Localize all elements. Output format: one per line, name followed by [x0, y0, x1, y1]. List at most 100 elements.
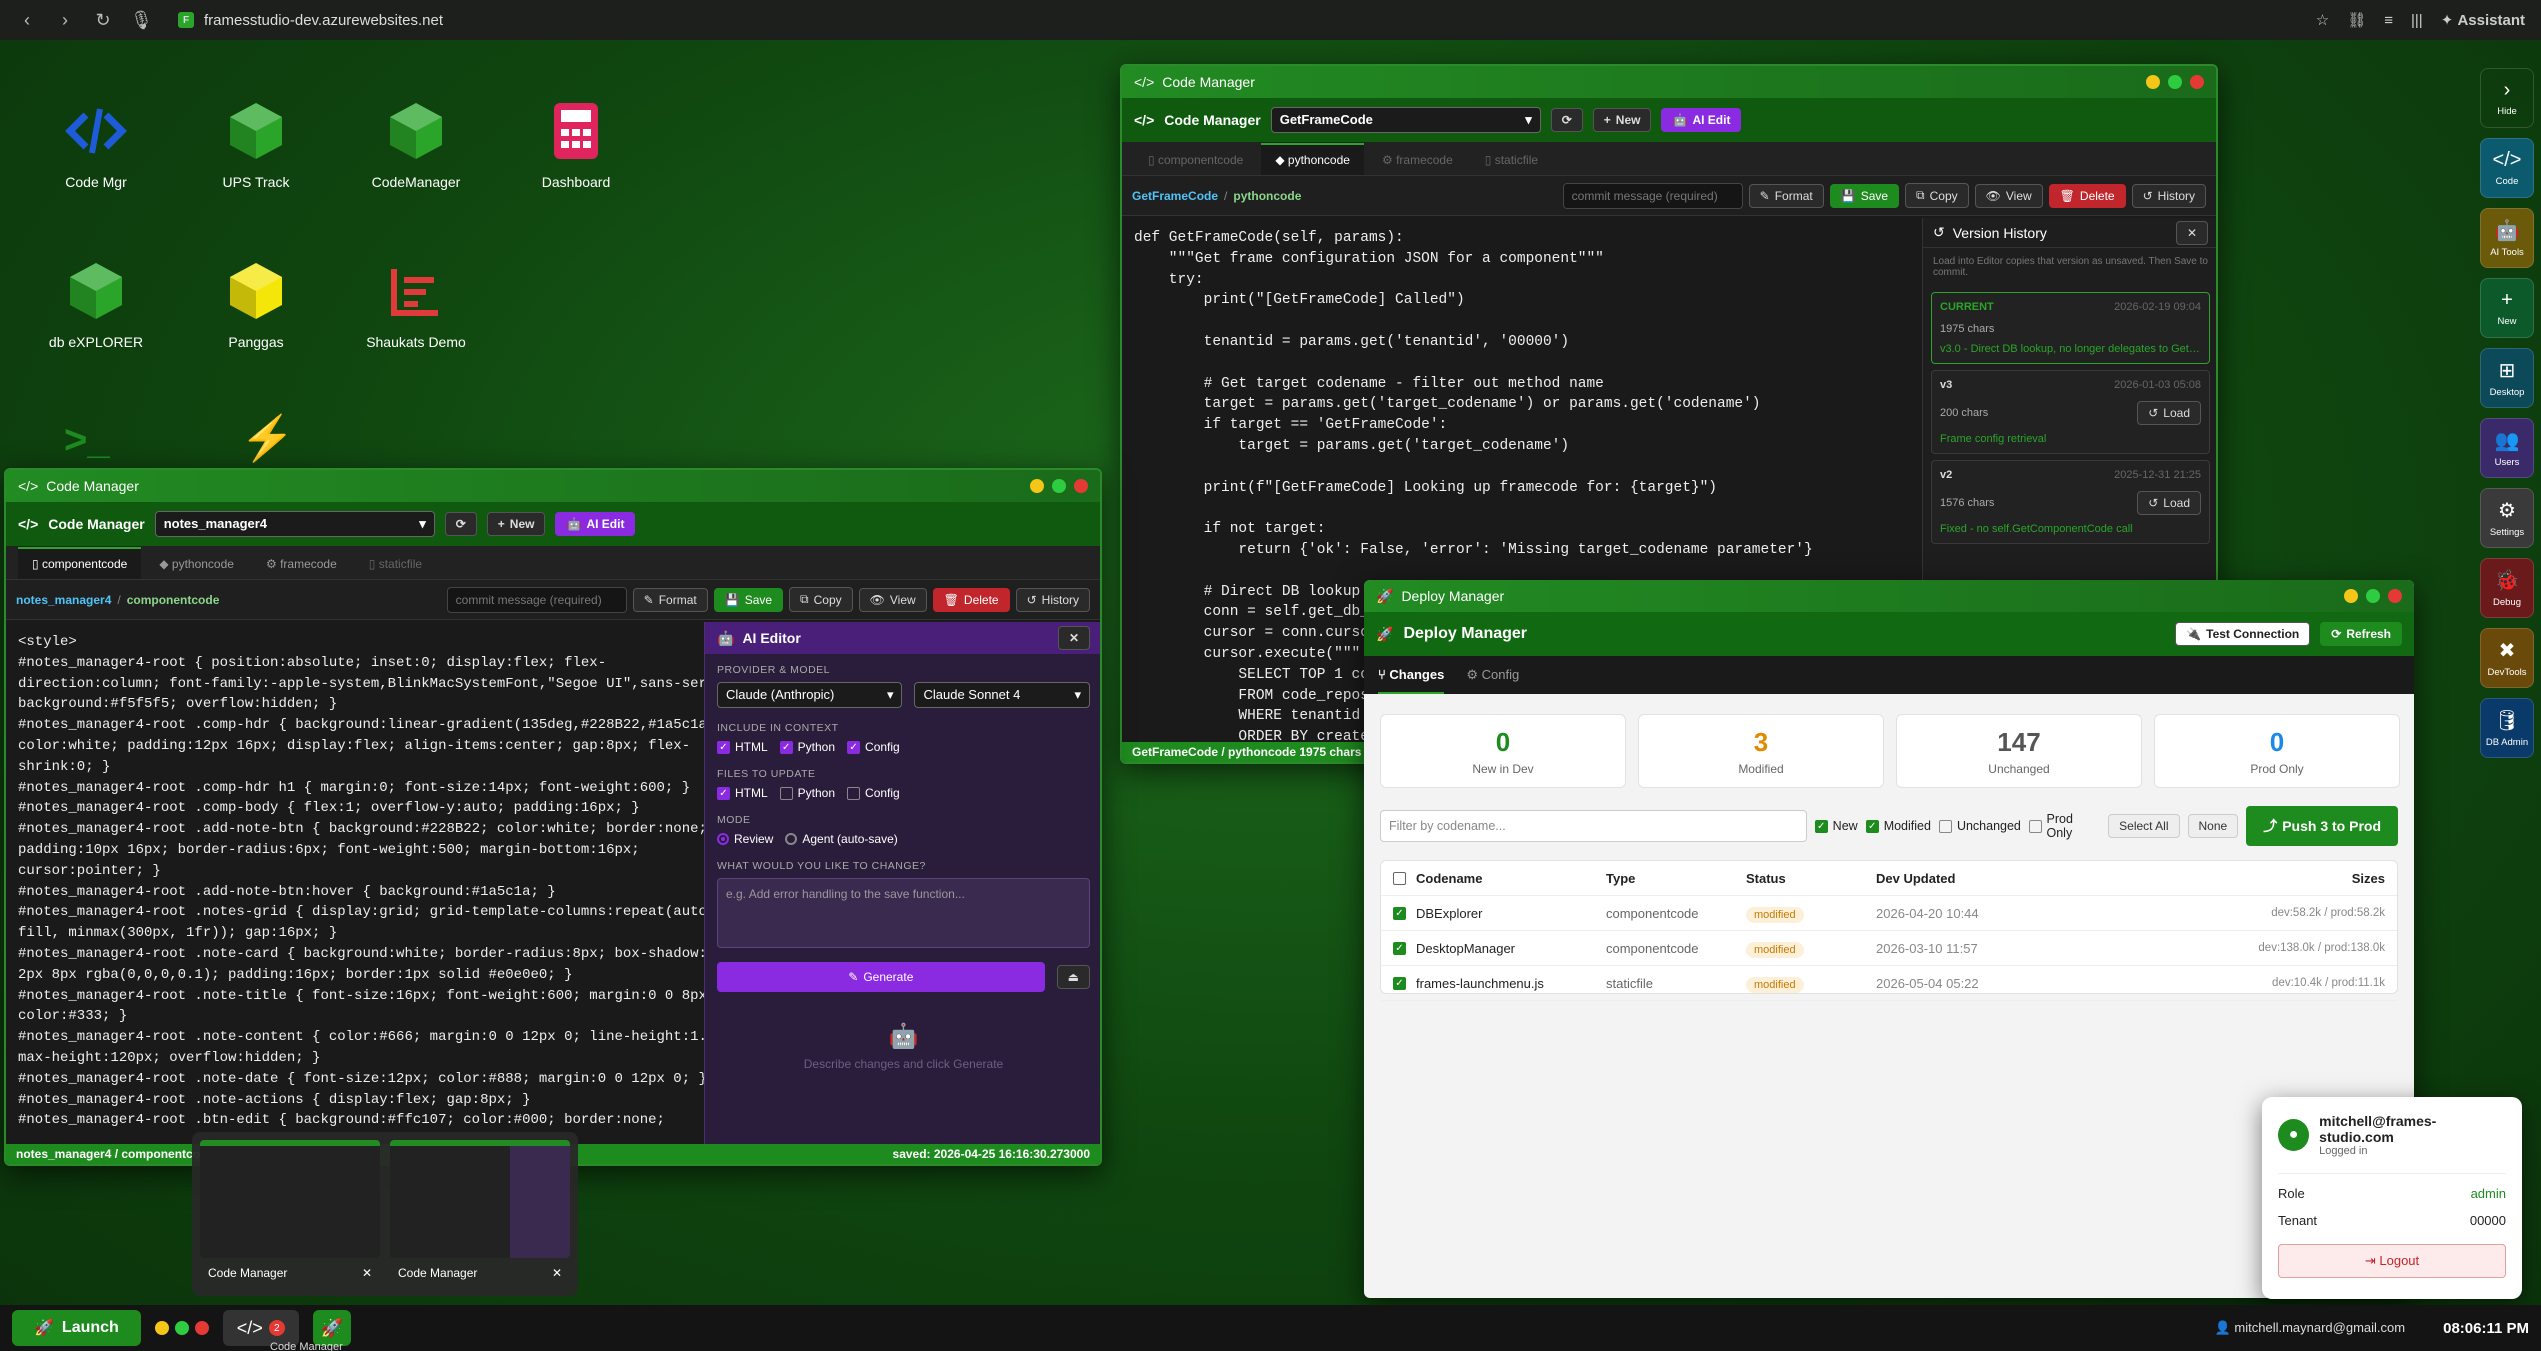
filter-input[interactable]: Filter by codename...	[1380, 810, 1807, 842]
filter-prodonly-checkbox[interactable]: Prod Only	[2028, 812, 2100, 840]
mode-agent-radio[interactable]: Agent (auto-save)	[785, 832, 898, 846]
desktop-icon-dashboard[interactable]: Dashboard	[506, 96, 646, 190]
generate-button[interactable]: ✎ Generate	[717, 962, 1045, 992]
maximize-all-button[interactable]	[174, 1321, 189, 1335]
breadcrumb-file[interactable]: notes_manager4	[16, 593, 111, 607]
row-checkbox[interactable]: ✓	[1393, 976, 1406, 990]
copy-button[interactable]: ⧉ Copy	[789, 587, 853, 612]
refresh-button[interactable]: ⟳	[1550, 108, 1583, 132]
minimize-all-button[interactable]	[154, 1321, 169, 1335]
filter-modified-checkbox[interactable]: ✓ Modified	[1865, 819, 1931, 833]
desktop-icon-db-explorer[interactable]: db eXPLORER	[26, 256, 166, 350]
close-all-button[interactable]	[194, 1321, 209, 1335]
load-version-button[interactable]: ↺ Load	[2137, 401, 2201, 425]
row-checkbox[interactable]: ✓	[1393, 906, 1406, 920]
sidebar-item-users[interactable]: 👥 Users	[2480, 418, 2534, 478]
code-editor[interactable]: <style> #notes_manager4-root { position:…	[6, 620, 704, 1148]
minimize-button[interactable]	[2146, 75, 2160, 89]
address-bar[interactable]: F framesstudio-dev.azurewebsites.net	[178, 12, 443, 29]
close-icon[interactable]: ✕	[2175, 220, 2208, 245]
audio-icon[interactable]: |||	[2411, 12, 2423, 29]
logout-button[interactable]: ⇥ Logout	[2278, 1244, 2506, 1278]
refresh-button[interactable]: ⟳ Refresh	[2320, 622, 2402, 646]
new-button[interactable]: + New	[486, 512, 546, 536]
tab-config[interactable]: ⚙ Config	[1466, 667, 1519, 683]
window-titlebar[interactable]: 🚀 Deploy Manager	[1364, 580, 2414, 612]
sidebar-item-hide[interactable]: › Hide	[2480, 68, 2534, 128]
context-html-checkbox[interactable]: ✓ HTML	[717, 740, 768, 754]
desktop-icon-panggas[interactable]: Panggas	[186, 256, 326, 350]
forward-icon[interactable]: ›	[54, 10, 76, 31]
ai-edit-button[interactable]: 🤖 AI Edit	[1661, 108, 1742, 132]
sidebar-item-new[interactable]: + New	[2480, 278, 2534, 338]
assistant-button[interactable]: ✦ Assistant	[2441, 11, 2525, 29]
tab-staticfile[interactable]: ▯ staticfile	[1471, 145, 1552, 175]
breadcrumb-file[interactable]: GetFrameCode	[1132, 189, 1218, 203]
close-icon[interactable]: ✕	[1057, 626, 1090, 650]
close-button[interactable]	[2388, 589, 2402, 603]
history-button[interactable]: ↺ History	[1015, 587, 1090, 612]
select-all-button[interactable]: Select All	[2108, 814, 2180, 838]
history-button[interactable]: ↺ History	[2131, 183, 2206, 208]
tab-staticfile[interactable]: ▯ staticfile	[355, 549, 436, 579]
user-indicator[interactable]: 👤 mitchell.maynard@gmail.com	[2215, 1320, 2406, 1336]
window-titlebar[interactable]: </> Code Manager	[1122, 66, 2216, 98]
refresh-button[interactable]: ⟳	[444, 512, 477, 536]
back-icon[interactable]: ‹	[16, 10, 38, 31]
file-select[interactable]: notes_manager4 ▾	[154, 511, 435, 537]
desktop-icon-shaukats-demo[interactable]: Shaukats Demo	[346, 256, 486, 350]
ai-edit-button[interactable]: 🤖 AI Edit	[555, 512, 636, 536]
copy-button[interactable]: ⧉ Copy	[1905, 183, 1969, 208]
mode-review-radio[interactable]: Review	[717, 832, 773, 846]
mic-icon[interactable]: 🎙	[130, 10, 153, 31]
filter-unchanged-checkbox[interactable]: Unchanged	[1938, 819, 2021, 833]
desktop-icon-ups-track[interactable]: UPS Track	[186, 96, 326, 190]
url-text[interactable]: framesstudio-dev.azurewebsites.net	[204, 12, 443, 29]
delete-button[interactable]: 🗑 Delete	[2048, 183, 2126, 208]
window-preview[interactable]: Code Manager ✕	[200, 1140, 380, 1288]
sidebar-item-debug[interactable]: 🐞 Debug	[2480, 558, 2534, 618]
update-html-checkbox[interactable]: ✓ HTML	[717, 786, 768, 800]
table-row[interactable]: ✓ DesktopManager componentcode modified 2026…	[1381, 931, 2397, 966]
sidebar-item-devtools[interactable]: ✖ DevTools	[2480, 628, 2534, 688]
lightning-icon[interactable]: ⚡	[240, 412, 295, 464]
tab-pythoncode[interactable]: ◆ pythoncode	[145, 549, 248, 579]
test-connection-button[interactable]: 🔌 Test Connection	[2175, 622, 2311, 646]
table-row[interactable]: ✓ DBExplorer componentcode modified 2026-04-…	[1381, 896, 2397, 931]
reload-icon[interactable]: ↻	[92, 10, 114, 31]
window-preview[interactable]: Code Manager ✕	[390, 1140, 570, 1288]
view-button[interactable]: 👁 View	[858, 587, 927, 612]
maximize-button[interactable]	[2366, 589, 2380, 603]
maximize-button[interactable]	[1052, 479, 1066, 493]
select-none-button[interactable]: None	[2187, 814, 2239, 838]
context-python-checkbox[interactable]: ✓ Python	[779, 740, 835, 754]
select-all-checkbox[interactable]	[1393, 871, 1406, 885]
close-button[interactable]	[2190, 75, 2204, 89]
tab-framecode[interactable]: ⚙ framecode	[1368, 145, 1467, 175]
version-card[interactable]: CURRENT 2026-02-19 09:04 1975 chars v3.0 - …	[1931, 292, 2210, 364]
maximize-button[interactable]	[2168, 75, 2182, 89]
change-textarea[interactable]: e.g. Add error handling to the save func…	[717, 878, 1090, 948]
table-row[interactable]: ✓ frames-launchmenu.js staticfile modified 2…	[1381, 966, 2397, 1001]
sidebar-item-db-admin[interactable]: 🛢 DB Admin	[2480, 698, 2534, 758]
context-config-checkbox[interactable]: ✓ Config	[847, 740, 900, 754]
tab-componentcode[interactable]: ▯ componentcode	[18, 547, 142, 579]
launch-button[interactable]: 🚀 Launch	[12, 1310, 141, 1346]
link-icon[interactable]: ⛓	[2347, 11, 2366, 29]
format-button[interactable]: ✎ Format	[632, 587, 708, 612]
push-to-prod-button[interactable]: ⤴ Push 3 to Prod	[2246, 806, 2398, 846]
tab-pythoncode[interactable]: ◆ pythoncode	[1261, 143, 1364, 175]
sidebar-item-ai-tools[interactable]: 🤖 AI Tools	[2480, 208, 2534, 268]
new-button[interactable]: + New	[1592, 108, 1652, 132]
delete-button[interactable]: 🗑 Delete	[932, 587, 1010, 612]
minimize-button[interactable]	[1030, 479, 1044, 493]
filter-new-checkbox[interactable]: ✓ New	[1814, 819, 1858, 833]
row-checkbox[interactable]: ✓	[1393, 941, 1406, 955]
version-card[interactable]: v3 2026-01-03 05:08 200 chars ↺ Load Frame c…	[1931, 370, 2210, 454]
minimize-button[interactable]	[2344, 589, 2358, 603]
bookmark-icon[interactable]: ☆	[2316, 11, 2329, 29]
provider-select[interactable]: Claude (Anthropic) ▾	[717, 682, 903, 708]
update-python-checkbox[interactable]: Python	[779, 786, 835, 800]
close-icon[interactable]: ✕	[552, 1266, 562, 1280]
clear-icon[interactable]: ⏏	[1056, 965, 1090, 989]
